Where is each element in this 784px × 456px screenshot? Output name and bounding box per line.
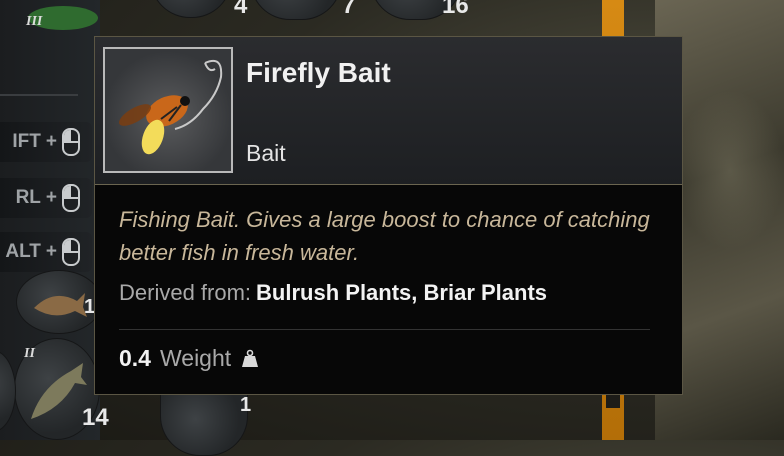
derived-value: Bulrush Plants, Briar Plants bbox=[256, 280, 548, 305]
weight-label: Weight bbox=[159, 345, 232, 371]
inventory-slot[interactable] bbox=[160, 394, 248, 456]
shortcut-alt-click: ALT + bbox=[0, 232, 92, 272]
item-tooltip: Firefly Bait Bait Fishing Bait. Gives a … bbox=[94, 36, 683, 395]
tooltip-divider bbox=[119, 329, 650, 330]
shortcut-plus: + bbox=[45, 131, 57, 152]
shortcut-plus: + bbox=[45, 187, 57, 208]
tier-label: II bbox=[24, 346, 35, 361]
inventory-slot[interactable] bbox=[250, 0, 342, 20]
shortcut-ctrl-click: RL + bbox=[0, 178, 92, 218]
shortcut-key: ALT bbox=[5, 241, 41, 262]
firefly-bait-icon bbox=[119, 59, 223, 155]
slot-count: 16 bbox=[442, 0, 469, 19]
item-type: Bait bbox=[246, 140, 286, 166]
tooltip-header: Firefly Bait Bait bbox=[95, 37, 682, 185]
mouse-icon bbox=[62, 128, 80, 156]
slot-count: 7 bbox=[342, 0, 356, 19]
slot-count: 1 bbox=[240, 394, 252, 416]
mouse-icon bbox=[62, 184, 80, 212]
derived-from: Derived from: Bulrush Plants, Briar Plant… bbox=[119, 280, 547, 306]
weight-icon bbox=[242, 349, 259, 367]
item-title: Firefly Bait bbox=[246, 57, 391, 88]
mouse-icon bbox=[62, 238, 80, 266]
inventory-slot[interactable] bbox=[150, 0, 232, 18]
weight-value: 0.4 bbox=[119, 345, 151, 371]
panel-divider bbox=[0, 94, 78, 96]
slot-count: 14 bbox=[82, 404, 109, 431]
fish-icon bbox=[34, 293, 87, 317]
tier-label: III bbox=[26, 14, 43, 29]
weight-row: 0.4 Weight bbox=[119, 345, 260, 372]
shortcut-key: RL bbox=[15, 187, 41, 208]
derived-label: Derived from: bbox=[119, 280, 252, 305]
shortcut-shift-click: IFT + bbox=[0, 122, 92, 162]
shortcut-key: IFT bbox=[12, 131, 41, 152]
item-thumbnail bbox=[103, 47, 233, 173]
item-description: Fishing Bait. Gives a large boost to cha… bbox=[119, 207, 650, 265]
slot-count: 4 bbox=[234, 0, 248, 19]
shortcut-plus: + bbox=[45, 241, 57, 262]
